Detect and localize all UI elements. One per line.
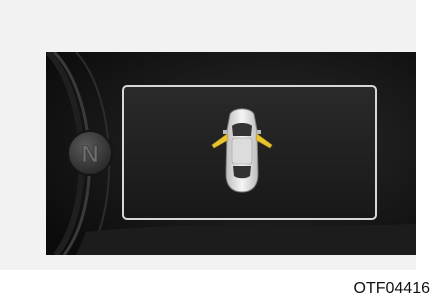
gear-indicator-label: N xyxy=(81,141,98,168)
gear-indicator: N xyxy=(67,130,113,176)
instrument-cluster-panel: N xyxy=(46,52,416,255)
car-rear-window xyxy=(233,166,251,179)
car-roof xyxy=(231,137,253,165)
figure-code: OTF04416 xyxy=(353,280,430,297)
car-windshield xyxy=(232,123,252,136)
dash-highlight xyxy=(76,224,416,255)
car-mirror-right xyxy=(257,130,261,134)
car-mirror-left xyxy=(223,130,227,134)
